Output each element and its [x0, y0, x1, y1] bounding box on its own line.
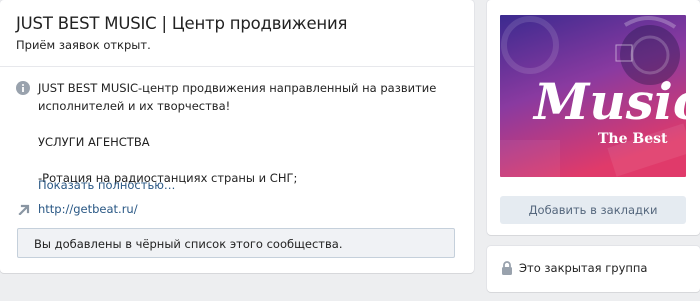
description-line	[38, 115, 458, 133]
divider	[0, 66, 474, 67]
group-info-card: JUST BEST MUSIC | Центр продвижения Приё…	[0, 0, 474, 273]
group-cover-card: Music The Best Добавить в закладки	[487, 0, 700, 235]
add-bookmark-button[interactable]: Добавить в закладки	[500, 196, 686, 224]
group-status: Приём заявок открыт.	[16, 38, 151, 52]
cover-tagline: The Best	[598, 131, 668, 147]
blacklist-notice-text: Вы добавлены в чёрный список этого сообщ…	[34, 237, 343, 251]
description-line: УСЛУГИ АГЕНСТВА	[38, 135, 150, 149]
description-line: JUST BEST MUSIC-центр продвижения направ…	[38, 81, 437, 95]
website-link[interactable]: http://getbeat.ru/	[38, 202, 138, 216]
group-avatar[interactable]: Music The Best	[500, 15, 686, 177]
cover-word: Music	[532, 72, 686, 131]
description-line: исполнителей и их творчества!	[38, 99, 231, 113]
show-more-link[interactable]: Показать полностью…	[38, 178, 175, 192]
closed-group-card: Это закрытая группа	[487, 246, 700, 292]
description-line	[38, 151, 458, 169]
lock-icon	[502, 261, 512, 275]
group-title: JUST BEST MUSIC | Центр продвижения	[16, 14, 348, 33]
blacklist-notice: Вы добавлены в чёрный список этого сообщ…	[17, 228, 455, 258]
music-cover-image: Music The Best	[500, 15, 686, 177]
info-icon	[16, 81, 30, 95]
group-description: JUST BEST MUSIC-центр продвижения направ…	[38, 79, 458, 187]
link-arrow-icon	[18, 204, 30, 215]
closed-group-label: Это закрытая группа	[519, 261, 648, 275]
